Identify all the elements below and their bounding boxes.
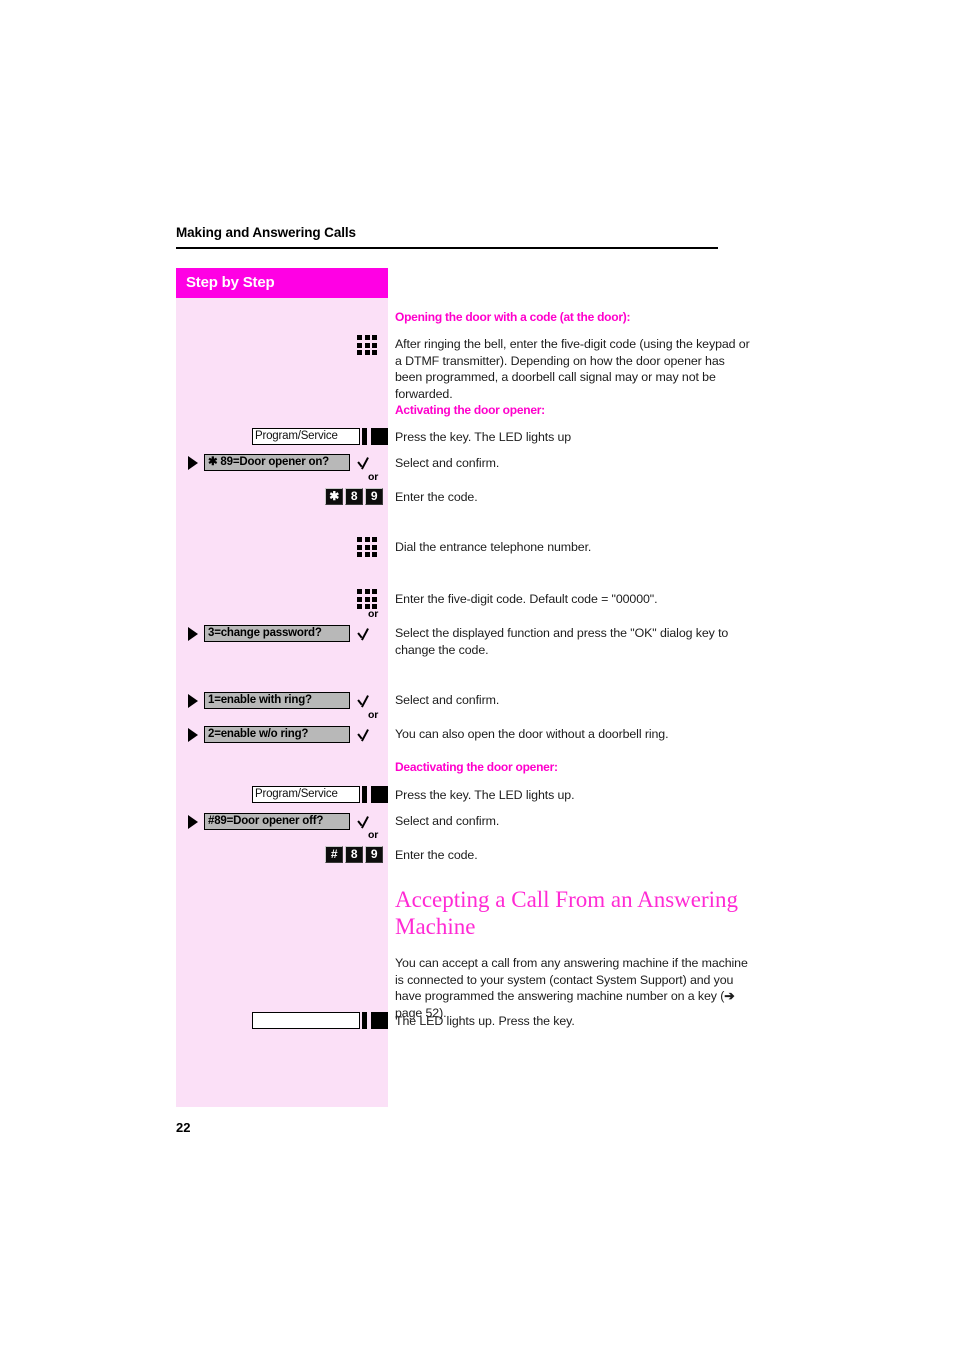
key-button[interactable]	[371, 786, 388, 803]
section-heading-answering-machine: Accepting a Call From an Answering Machi…	[395, 887, 739, 939]
keypad-icon	[357, 335, 377, 355]
code-keys-hash-8-9[interactable]: # 8 9	[325, 846, 383, 863]
key-button[interactable]	[371, 428, 388, 445]
key-cap-star[interactable]: ✱	[325, 488, 343, 505]
menu-option-door-opener-on[interactable]: ✱ 89=Door opener on?	[188, 453, 374, 472]
confirm-check-icon[interactable]	[357, 725, 374, 744]
heading-deactivating-door-opener: Deactivating the door opener:	[395, 760, 558, 774]
key-led-indicator	[362, 428, 367, 445]
keypad-icon-enter-code	[357, 589, 377, 609]
select-arrow-icon	[188, 626, 198, 641]
text-dial-entrance-number: Dial the entrance telephone number.	[395, 540, 592, 554]
step-by-step-panel	[176, 268, 388, 1107]
confirm-check-icon[interactable]	[357, 453, 374, 472]
program-service-key-label: Program/Service	[252, 428, 360, 445]
key-cap-hash[interactable]: #	[325, 846, 343, 863]
text-select-displayed-function: Select the displayed function and press …	[395, 626, 729, 657]
header-rule	[176, 247, 718, 249]
program-service-key-label: Program/Service	[252, 786, 360, 803]
or-label-1: or	[368, 471, 379, 483]
text-open-without-ring: You can also open the door without a doo…	[395, 727, 669, 741]
menu-option-enable-with-ring[interactable]: 1=enable with ring?	[188, 691, 374, 710]
display-line-enable-with-ring: 1=enable with ring?	[204, 692, 350, 709]
manual-page: Making and Answering Calls Step by Step …	[0, 0, 954, 1351]
select-arrow-icon	[188, 693, 198, 708]
key-cap-8[interactable]: 8	[345, 488, 363, 505]
text-led-lights-press-key: The LED lights up. Press the key.	[395, 1014, 575, 1028]
text-opening-door-body: After ringing the bell, enter the five-d…	[395, 337, 750, 401]
text-press-key-led-2: Press the key. The LED lights up.	[395, 788, 575, 802]
key-cap-9[interactable]: 9	[365, 488, 383, 505]
keypad-icon-dial-entrance	[357, 537, 377, 557]
select-arrow-icon	[188, 814, 198, 829]
menu-option-enable-wo-ring[interactable]: 2=enable w/o ring?	[188, 725, 374, 744]
answering-machine-key-label	[252, 1012, 360, 1029]
text-enter-five-digit-code: Enter the five-digit code. Default code …	[395, 592, 658, 606]
confirm-check-icon[interactable]	[357, 691, 374, 710]
display-line-door-opener-on: ✱ 89=Door opener on?	[204, 454, 350, 471]
menu-option-door-opener-off[interactable]: #89=Door opener off?	[188, 812, 374, 831]
code-keys-star-8-9[interactable]: ✱ 8 9	[325, 488, 383, 505]
key-led-indicator	[362, 786, 367, 803]
text-enter-the-code-2: Enter the code.	[395, 848, 478, 862]
text-select-and-confirm-1: Select and confirm.	[395, 456, 500, 470]
key-led-indicator	[362, 1012, 367, 1029]
program-service-key-2[interactable]: Program/Service	[252, 786, 388, 803]
or-label-2: or	[368, 608, 379, 620]
or-label-3: or	[368, 709, 379, 721]
text-select-and-confirm-2: Select and confirm.	[395, 693, 500, 707]
step-by-step-title: Step by Step	[186, 274, 275, 291]
or-label-4: or	[368, 829, 379, 841]
step-by-step-title-bar: Step by Step	[176, 268, 388, 298]
display-line-change-password: 3=change password?	[204, 625, 350, 642]
select-arrow-icon	[188, 727, 198, 742]
text-select-and-confirm-3: Select and confirm.	[395, 814, 500, 828]
display-line-enable-wo-ring: 2=enable w/o ring?	[204, 726, 350, 743]
menu-option-change-password[interactable]: 3=change password?	[188, 624, 374, 643]
running-header: Making and Answering Calls	[176, 225, 356, 240]
display-line-door-opener-off: #89=Door opener off?	[204, 813, 350, 830]
text-answering-machine-body: You can accept a call from any answering…	[395, 955, 753, 1021]
cross-reference-arrow-icon: ➔	[724, 989, 735, 1004]
answering-machine-body-part1: You can accept a call from any answering…	[395, 956, 748, 1004]
page-number: 22	[176, 1120, 191, 1135]
heading-activating-door-opener: Activating the door opener:	[395, 403, 545, 417]
confirm-check-icon[interactable]	[357, 624, 374, 643]
answering-machine-key[interactable]	[252, 1012, 388, 1029]
text-enter-the-code-1: Enter the code.	[395, 490, 478, 504]
key-cap-9[interactable]: 9	[365, 846, 383, 863]
select-arrow-icon	[188, 455, 198, 470]
heading-opening-door-with-code: Opening the door with a code (at the doo…	[395, 310, 631, 324]
key-cap-8[interactable]: 8	[345, 846, 363, 863]
key-button[interactable]	[371, 1012, 388, 1029]
text-press-key-led: Press the key. The LED lights up	[395, 430, 572, 444]
program-service-key[interactable]: Program/Service	[252, 428, 388, 445]
